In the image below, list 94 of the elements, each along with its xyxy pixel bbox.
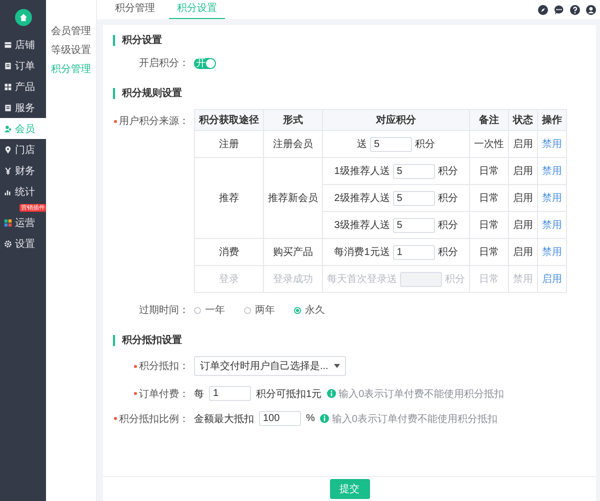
store-icon [4,40,12,48]
table-cell: 启用 [508,158,538,184]
field-label: 开启积分： [138,56,189,70]
people-icon [4,124,12,132]
points-label: 每天首次登录送 [327,273,397,286]
table-cell: 注册会员 [264,130,322,158]
compass-icon[interactable] [538,4,548,14]
dropdown[interactable]: 订单交付时用户自己选择是... [194,356,346,376]
table-cell: 推荐 [194,158,264,238]
points-label: 1级推荐人送 [334,164,390,178]
points-label: 3级推荐人送 [334,218,390,232]
input-prefix: 金额最大抵扣 [194,412,254,426]
sidebar-item[interactable]: 店铺 [0,34,46,55]
table-cell: 日常 [470,266,508,292]
column-header: 形式 [264,110,322,130]
user-icon[interactable] [586,4,596,14]
sidebar-item[interactable]: 统计 [0,181,46,202]
input-prefix: 每 [194,388,204,400]
field-label: 积分抵扣比例： [119,412,189,426]
document-icon [4,104,12,112]
settings-icon [4,240,12,248]
tab[interactable]: 积分管理 [107,0,163,19]
points-label: 2级推荐人送 [334,192,390,205]
sidebar-item[interactable]: 服务 [0,97,46,118]
caret-icon [334,364,340,368]
document-icon [4,62,12,70]
radio-option[interactable]: 一年 [194,303,225,317]
location-pin-icon [4,146,12,154]
tiles-icon [4,218,12,226]
help-icon[interactable] [570,4,580,14]
field-label: 过期时间： [138,304,189,317]
bar-chart-icon [4,188,12,196]
points-unit: 积分 [438,165,458,178]
hint-text: 输入0表示订单付费不能使用积分抵扣 [332,412,498,426]
points-input[interactable]: 1 [392,244,435,260]
subnav-item[interactable]: 等级设置 [46,41,96,60]
input-suffix: % [306,413,315,424]
column-header: 备注 [470,110,508,130]
field-label: 用户积分来源： [119,114,189,128]
points-unit: 积分 [438,192,458,205]
info-icon [320,414,329,423]
points-input[interactable]: 5 [370,136,412,152]
sidebar-item[interactable]: 产品 [0,76,46,97]
table-cell: 启用 [508,238,538,266]
table-cell: 启用 [508,212,538,238]
input-field[interactable]: 1 [209,386,251,401]
info-icon [326,389,336,398]
points-unit: 积分 [438,246,458,259]
radio-option[interactable]: 两年 [244,303,275,317]
hint-text: 输入0表示订单付费不能使用积分抵扣 [338,388,504,400]
table-cell: 启用 [508,184,538,212]
sidebar-item[interactable]: 设置 [0,233,46,254]
table-cell: 一次性 [470,130,508,158]
yen-icon [4,166,12,174]
sidebar-item[interactable]: 财务 [0,160,46,181]
input-suffix: 积分可抵扣1元 [256,388,322,400]
table-cell: 注册 [194,130,264,158]
points-label: 送 [357,138,367,151]
input-field[interactable]: 100 [259,411,301,426]
column-header: 操作 [538,110,566,130]
sidebar-item[interactable]: 运营 [0,212,46,233]
table-cell: 禁用 [508,266,538,292]
table-cell: 登录成功 [264,266,322,292]
sidebar-item[interactable]: 订单 [0,55,46,76]
home-logo-icon[interactable] [14,9,32,26]
grid-icon [4,82,12,90]
section-title: 积分抵扣设置 [113,335,182,346]
radio-option[interactable]: 永久 [294,303,325,317]
points-input[interactable]: 5 [392,218,435,232]
field-label: 积分抵扣： [139,360,189,373]
chat-icon[interactable] [554,4,564,14]
points-unit: 积分 [445,273,465,286]
points-input[interactable]: 5 [392,190,435,206]
column-header: 状态 [508,110,538,130]
section-title: 积分规则设置 [113,88,182,99]
table-cell: 登录 [194,266,264,292]
table-cell: 日常 [470,184,508,212]
table-cell: 消费 [194,238,264,266]
table-cell: 启用 [508,130,538,158]
table-cell: 日常 [470,158,508,184]
column-header: 积分获取途径 [194,110,264,130]
field-label: 订单付费： [139,388,189,400]
column-header: 对应积分 [322,110,470,130]
section-title: 积分设置 [113,35,162,46]
points-unit: 积分 [438,219,458,232]
table-cell: 推荐新会员 [264,158,322,238]
table-cell: 日常 [470,238,508,266]
points-unit: 积分 [415,138,435,151]
points-label: 每消费1元送 [334,246,390,259]
sidebar-item[interactable]: 门店 [0,139,46,160]
table-cell: 日常 [470,212,508,238]
table-cell: 购买产品 [264,238,322,266]
subnav-item[interactable]: 会员管理 [46,22,96,41]
points-input[interactable]: 5 [392,164,435,178]
